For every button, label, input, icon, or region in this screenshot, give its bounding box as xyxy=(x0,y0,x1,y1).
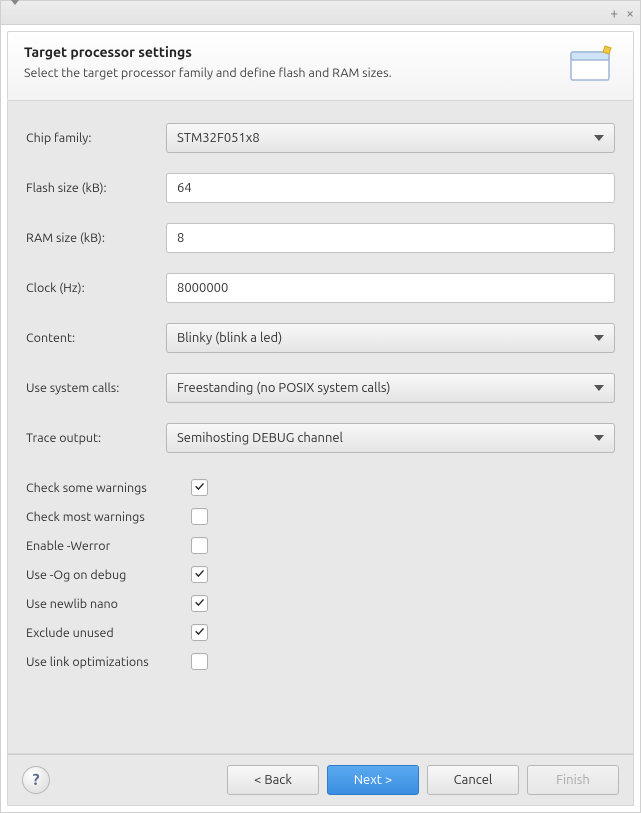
ram-size-label: RAM size (kB): xyxy=(26,231,166,245)
exclude-unused-checkbox[interactable] xyxy=(191,624,208,641)
enable-werror-label: Enable -Werror xyxy=(26,539,191,553)
content-label: Content: xyxy=(26,331,166,345)
check-most-warnings-label: Check most warnings xyxy=(26,510,191,524)
flash-size-input[interactable] xyxy=(166,173,615,203)
chevron-down-icon xyxy=(594,335,604,341)
chip-family-value: STM32F051x8 xyxy=(177,131,260,145)
syscalls-label: Use system calls: xyxy=(26,381,166,395)
form-area: Chip family: STM32F051x8 Flash size (kB)… xyxy=(7,101,634,754)
wizard-window: + × Target processor settings Select the… xyxy=(0,0,641,813)
chip-family-select[interactable]: STM32F051x8 xyxy=(166,123,615,153)
check-most-warnings-checkbox[interactable] xyxy=(191,508,208,525)
check-some-warnings-checkbox[interactable] xyxy=(191,479,208,496)
help-button[interactable]: ? xyxy=(22,766,50,794)
flash-size-label: Flash size (kB): xyxy=(26,181,166,195)
clock-input[interactable] xyxy=(166,273,615,303)
chevron-down-icon xyxy=(594,135,604,141)
content-frame: Target processor settings Select the tar… xyxy=(1,25,640,812)
use-link-opt-checkbox[interactable] xyxy=(191,653,208,670)
chevron-down-icon xyxy=(594,435,604,441)
trace-label: Trace output: xyxy=(26,431,166,445)
use-link-opt-label: Use link optimizations xyxy=(26,655,191,669)
menu-icon[interactable] xyxy=(11,6,19,20)
check-some-warnings-label: Check some warnings xyxy=(26,481,191,495)
syscalls-value: Freestanding (no POSIX system calls) xyxy=(177,381,390,395)
syscalls-select[interactable]: Freestanding (no POSIX system calls) xyxy=(166,373,615,403)
titlebar: + × xyxy=(1,1,640,25)
header-banner: Target processor settings Select the tar… xyxy=(7,31,634,101)
use-newlib-nano-checkbox[interactable] xyxy=(191,595,208,612)
enable-werror-checkbox[interactable] xyxy=(191,537,208,554)
finish-button: Finish xyxy=(527,765,619,795)
wizard-icon xyxy=(565,44,617,86)
chevron-down-icon xyxy=(594,385,604,391)
chip-family-label: Chip family: xyxy=(26,131,166,145)
footer: ? < Back Next > Cancel Finish xyxy=(7,754,634,806)
ram-size-input[interactable] xyxy=(166,223,615,253)
clock-label: Clock (Hz): xyxy=(26,281,166,295)
back-button[interactable]: < Back xyxy=(227,765,319,795)
plus-icon[interactable]: + xyxy=(610,6,618,20)
cancel-button[interactable]: Cancel xyxy=(427,765,519,795)
trace-select[interactable]: Semihosting DEBUG channel xyxy=(166,423,615,453)
content-value: Blinky (blink a led) xyxy=(177,331,282,345)
trace-value: Semihosting DEBUG channel xyxy=(177,431,343,445)
content-select[interactable]: Blinky (blink a led) xyxy=(166,323,615,353)
use-newlib-nano-label: Use newlib nano xyxy=(26,597,191,611)
close-icon[interactable]: × xyxy=(626,6,634,20)
page-title: Target processor settings xyxy=(24,44,553,60)
next-button[interactable]: Next > xyxy=(327,765,419,795)
page-description: Select the target processor family and d… xyxy=(24,66,553,80)
exclude-unused-label: Exclude unused xyxy=(26,626,191,640)
use-og-debug-checkbox[interactable] xyxy=(191,566,208,583)
use-og-debug-label: Use -Og on debug xyxy=(26,568,191,582)
